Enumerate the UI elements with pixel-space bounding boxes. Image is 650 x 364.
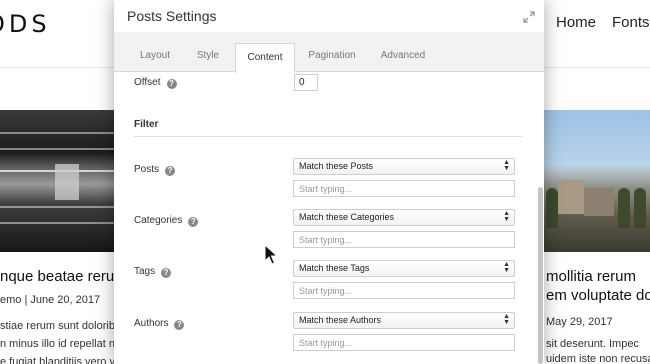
categories-search-input[interactable]: Start typing... bbox=[293, 231, 515, 248]
post-excerpt-right: uidem iste non recusa bbox=[546, 353, 650, 364]
modal-title: Posts Settings bbox=[127, 8, 217, 24]
question-circle-icon[interactable]: ? bbox=[166, 79, 177, 89]
site-logo[interactable]: ODS bbox=[0, 10, 51, 38]
posts-label-text: Posts bbox=[134, 164, 160, 175]
question-circle-icon[interactable]: ? bbox=[174, 320, 185, 330]
question-circle-icon[interactable]: ? bbox=[165, 166, 176, 176]
authors-label: Authors? bbox=[134, 318, 185, 330]
scrollbar-thumb[interactable] bbox=[538, 187, 543, 364]
updown-arrows-icon: ▲ ▼ bbox=[503, 159, 510, 172]
categories-label-text: Categories bbox=[134, 215, 183, 226]
tags-select-value: Match these Tags bbox=[299, 263, 370, 273]
authors-search-input[interactable]: Start typing... bbox=[293, 334, 515, 351]
expand-arrows-icon[interactable] bbox=[522, 10, 536, 24]
updown-arrows-icon: ▲ ▼ bbox=[503, 313, 510, 326]
authors-select-value: Match these Authors bbox=[299, 315, 382, 325]
categories-match-select[interactable]: Match these Categories ▲ ▼ bbox=[293, 209, 515, 226]
post-excerpt-right: sit deserunt. Impec bbox=[546, 338, 639, 350]
section-divider bbox=[134, 136, 523, 137]
offset-label-text: Offset bbox=[134, 77, 161, 88]
post-image-left[interactable] bbox=[0, 110, 114, 252]
post-meta-left: emo | June 20, 2017 bbox=[0, 294, 101, 306]
categories-select-value: Match these Categories bbox=[299, 212, 395, 222]
posts-settings-modal: Posts Settings Layout Style Content Pagi… bbox=[114, 0, 544, 364]
post-title-right[interactable]: em voluptate dolo bbox=[546, 287, 650, 304]
tab-layout[interactable]: Layout bbox=[128, 32, 182, 72]
posts-label: Posts? bbox=[134, 164, 176, 176]
nav-link-home[interactable]: Home bbox=[556, 14, 596, 31]
updown-arrows-icon: ▲ ▼ bbox=[503, 210, 510, 223]
post-meta-right: May 29, 2017 bbox=[546, 316, 613, 328]
mouse-pointer-icon bbox=[264, 244, 278, 265]
tab-style[interactable]: Style bbox=[190, 32, 226, 72]
post-title-right[interactable]: mollitia rerum bbox=[546, 268, 636, 285]
settings-tab-bar: Layout Style Content Pagination Advanced bbox=[114, 32, 544, 84]
tab-pagination[interactable]: Pagination bbox=[304, 32, 360, 72]
authors-label-text: Authors bbox=[134, 318, 169, 329]
question-circle-icon[interactable]: ? bbox=[188, 217, 199, 227]
nav-link-fonts[interactable]: Fonts bbox=[612, 14, 650, 31]
tags-label: Tags? bbox=[134, 266, 172, 278]
question-circle-icon[interactable]: ? bbox=[161, 268, 172, 278]
authors-match-select[interactable]: Match these Authors ▲ ▼ bbox=[293, 312, 515, 329]
tab-advanced[interactable]: Advanced bbox=[376, 32, 430, 72]
offset-input[interactable]: 0 bbox=[294, 74, 318, 91]
tags-match-select[interactable]: Match these Tags ▲ ▼ bbox=[293, 260, 515, 277]
posts-match-select[interactable]: Match these Posts ▲ ▼ bbox=[293, 158, 515, 175]
updown-arrows-icon: ▲ ▼ bbox=[503, 261, 510, 274]
filter-section-title: Filter bbox=[134, 119, 159, 130]
offset-label: Offset? bbox=[134, 77, 177, 89]
tags-search-input[interactable]: Start typing... bbox=[293, 282, 515, 299]
post-title-left[interactable]: nque beatae rerum bbox=[0, 268, 127, 285]
posts-search-input[interactable]: Start typing... bbox=[293, 180, 515, 197]
modal-body: Offset? 0 Filter Posts? Match these Post… bbox=[114, 73, 544, 364]
tags-label-text: Tags bbox=[134, 266, 156, 277]
modal-header[interactable]: Posts Settings bbox=[114, 0, 544, 32]
posts-select-value: Match these Posts bbox=[299, 161, 374, 171]
categories-label: Categories? bbox=[134, 215, 199, 227]
post-image-right[interactable] bbox=[544, 110, 650, 252]
